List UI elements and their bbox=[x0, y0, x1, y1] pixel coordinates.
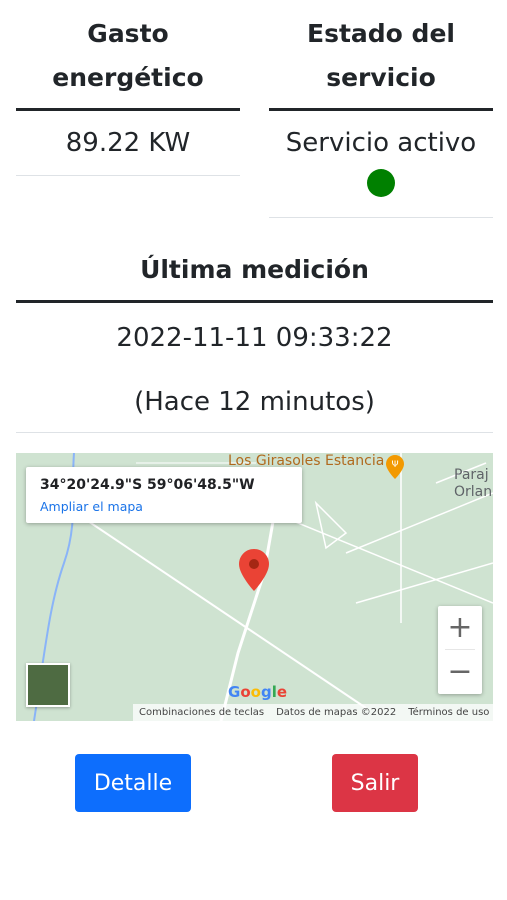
map-info-card: 34°20'24.9"S 59°06'48.5"W Ampliar el map… bbox=[26, 467, 302, 523]
svg-text:Ψ: Ψ bbox=[391, 460, 398, 470]
energy-value: 89.22 KW bbox=[16, 111, 240, 176]
measurement-datetime: 2022-11-11 09:33:22 bbox=[116, 323, 393, 353]
energy-panel: Gasto energético 89.22 KW bbox=[16, 0, 240, 176]
map-marker-icon[interactable] bbox=[239, 549, 269, 595]
terms-link[interactable]: Términos de uso bbox=[408, 707, 489, 718]
map-data-text: Datos de mapas ©2022 bbox=[276, 707, 397, 718]
measurement-header: Última medición bbox=[16, 248, 493, 303]
page: Gasto energético 89.22 KW Estado del ser… bbox=[0, 0, 507, 900]
map-place-label-line-2: Orlan bbox=[454, 484, 493, 500]
status-indicator-icon bbox=[367, 169, 395, 197]
service-status-cell: Servicio activo bbox=[269, 111, 493, 218]
map-coordinates: 34°20'24.9"S 59°06'48.5"W bbox=[40, 477, 255, 493]
satellite-toggle-button[interactable] bbox=[26, 663, 70, 707]
poi-icon: Ψ bbox=[386, 455, 404, 483]
map-attribution: Combinaciones de teclas Datos de mapas ©… bbox=[133, 704, 493, 721]
service-header: Estado del servicio bbox=[269, 0, 493, 111]
divider bbox=[16, 432, 493, 433]
service-status-text: Servicio activo bbox=[285, 128, 477, 158]
enlarge-map-link[interactable]: Ampliar el mapa bbox=[40, 499, 143, 514]
service-panel: Estado del servicio Servicio activo bbox=[269, 0, 493, 218]
zoom-out-button[interactable]: − bbox=[438, 650, 482, 693]
google-logo: Google bbox=[228, 683, 288, 701]
detail-button[interactable]: Detalle bbox=[75, 754, 191, 812]
exit-button[interactable]: Salir bbox=[332, 754, 418, 812]
keyboard-shortcuts-link[interactable]: Combinaciones de teclas bbox=[139, 707, 264, 718]
map-place-label-line-1: Paraj bbox=[454, 467, 489, 483]
map-place-label-secondary: Paraj Orlan bbox=[454, 467, 492, 501]
zoom-controls: + − bbox=[438, 606, 482, 694]
measurement-relative-time: (Hace 12 minutos) bbox=[134, 387, 375, 417]
energy-header: Gasto energético bbox=[16, 0, 240, 111]
map-view[interactable]: Los Girasoles Estancia Ψ Paraj Orlan 34°… bbox=[16, 453, 493, 721]
zoom-in-button[interactable]: + bbox=[438, 606, 482, 649]
